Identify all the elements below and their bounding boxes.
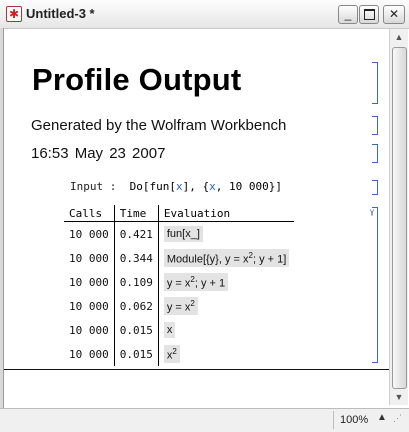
profile-table: Calls Time Evaluation 10 000 0.421 fun[x…: [64, 205, 295, 366]
expression-box: x2: [163, 344, 180, 364]
input-var: x: [175, 180, 183, 193]
scroll-down-icon[interactable]: ▼: [390, 390, 408, 404]
zoom-control[interactable]: 100% ▲: [333, 411, 390, 429]
cell-evaluation[interactable]: y = x2; y + 1: [158, 270, 294, 294]
input-mid: ], {: [182, 180, 210, 193]
cell-time: 0.344: [114, 246, 159, 270]
cell-insertion-line[interactable]: [4, 369, 389, 370]
scrollbar-thumb[interactable]: [392, 47, 407, 389]
cell-calls: 10 000: [64, 270, 115, 294]
status-bar: 100% ▲ ⋰: [0, 408, 409, 432]
input-end: , 10 000}]: [215, 180, 282, 193]
expression-box: fun[x_]: [163, 226, 203, 242]
input-line: Input : Do[fun[x], {x, 10 000}]: [70, 180, 282, 193]
table-row: 10 000 0.062 y = x2: [64, 294, 294, 318]
cell-calls: 10 000: [64, 246, 115, 270]
mathematica-icon[interactable]: ✱: [6, 6, 22, 22]
cell-calls: 10 000: [64, 342, 115, 366]
cell-time: 0.109: [114, 270, 159, 294]
cell-time: 0.421: [114, 221, 159, 246]
cell-bracket-table[interactable]: [372, 207, 378, 363]
table-header-row: Calls Time Evaluation: [64, 205, 295, 222]
window-title: Untitled-3 *: [26, 6, 95, 21]
header-evaluation: Evaluation: [158, 205, 295, 222]
cell-evaluation[interactable]: fun[x_]: [158, 222, 294, 247]
cell-calls: 10 000: [64, 294, 115, 318]
input-func: Do[fun[: [129, 180, 176, 193]
input-label: Input :: [70, 180, 117, 193]
subtitle: Generated by the Wolfram Workbench: [31, 117, 287, 134]
close-button[interactable]: ✕: [383, 5, 405, 24]
cell-time: 0.062: [114, 294, 159, 318]
table-row: 10 000 0.344 Module[{y}, y = x2; y + 1]: [64, 246, 294, 270]
scroll-up-icon[interactable]: ▲: [390, 30, 408, 44]
table-row: 10 000 0.015 x2: [64, 342, 294, 366]
cell-bracket-input[interactable]: [372, 180, 378, 195]
cell-evaluation[interactable]: x2: [158, 342, 294, 366]
zoom-menu-icon[interactable]: ▲: [377, 412, 387, 423]
expression-box: y = x2: [163, 296, 198, 316]
zoom-level: 100%: [340, 414, 369, 426]
resize-grip-icon[interactable]: ⋰: [393, 413, 402, 424]
maximize-button[interactable]: [359, 5, 379, 24]
cell-evaluation[interactable]: x: [158, 318, 294, 342]
cell-evaluation[interactable]: Module[{y}, y = x2; y + 1]: [158, 246, 294, 270]
cell-evaluation[interactable]: y = x2: [158, 294, 294, 318]
input-var-2: x: [209, 180, 216, 193]
vertical-scrollbar[interactable]: ▲ ▼: [389, 29, 408, 405]
header-time: Time: [114, 205, 159, 222]
expression-box: y = x2; y + 1: [163, 272, 229, 292]
minimize-button[interactable]: _: [338, 5, 358, 24]
table-row: 10 000 0.015 x: [64, 318, 294, 342]
title-bar[interactable]: ✱ Untitled-3 * _ ✕: [0, 0, 409, 29]
header-calls: Calls: [64, 205, 115, 222]
cell-time: 0.015: [114, 318, 159, 342]
cell-bracket-subtitle[interactable]: [372, 116, 378, 135]
cell-bracket-title[interactable]: [372, 62, 378, 104]
table-row: 10 000 0.421 fun[x_]: [64, 221, 294, 247]
table-row: 10 000 0.109 y = x2; y + 1: [64, 270, 294, 294]
cell-calls: 10 000: [64, 221, 115, 246]
maximize-icon: [363, 9, 375, 20]
expression-box: x: [163, 322, 176, 338]
timestamp: 16:53 May 23 2007: [31, 145, 166, 162]
expression-box: Module[{y}, y = x2; y + 1]: [163, 248, 290, 268]
cell-bracket-timestamp[interactable]: [372, 144, 378, 163]
cell-calls: 10 000: [64, 318, 115, 342]
notebook-document[interactable]: Profile Output Generated by the Wolfram …: [4, 29, 388, 407]
page-title: Profile Output: [32, 62, 242, 97]
cell-time: 0.015: [114, 342, 159, 366]
